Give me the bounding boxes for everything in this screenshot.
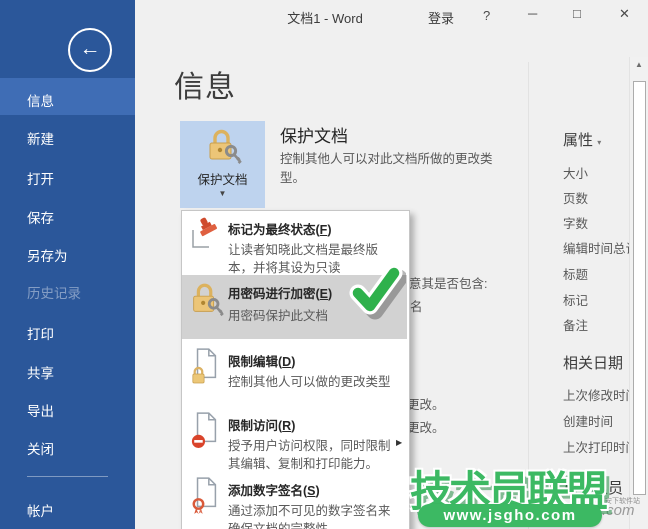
protect-document-button[interactable]: 保护文档 ▼: [180, 121, 265, 208]
protect-section-desc-line2: 型。: [280, 169, 305, 188]
green-checkmark-icon: [344, 262, 406, 327]
menu-title-text: 限制编辑(: [228, 355, 282, 369]
menu-item-restrict-editing[interactable]: 限制编辑(D) 控制其他人可以做的更改类型: [182, 343, 407, 405]
properties-header-label: 属性: [563, 132, 593, 149]
menu-desc: 本，并将其设为只读: [228, 257, 341, 276]
menu-desc: 确保文档的完整性: [228, 518, 328, 529]
background-fragment-name: 名: [410, 296, 423, 315]
background-fragment-contains: 意其是否包含:: [409, 273, 487, 292]
property-label-tags: 标记: [563, 290, 588, 309]
menu-desc: 让读者知晓此文档是最终版: [228, 239, 378, 258]
menu-desc: 控制其他人可以做的更改类型: [228, 371, 391, 390]
background-fragment-changes2: 更改。: [407, 417, 445, 436]
protect-button-label: 保护文档: [180, 169, 265, 188]
menu-title-text: 用密码进行加密(: [228, 287, 320, 301]
minimize-icon[interactable]: ─: [528, 6, 537, 21]
protect-document-menu: 标记为最终状态(F) 让读者知晓此文档是最终版 本，并将其设为只读 用密码进行加…: [181, 210, 410, 529]
sidebar-item-info-highlight[interactable]: [0, 78, 135, 115]
menu-item-add-digital-signature[interactable]: 添加数字签名(S) 通过添加不可见的数字签名来 确保文档的完整性: [182, 473, 407, 529]
vertical-scrollbar[interactable]: ▲: [629, 57, 648, 529]
property-label-title: 标题: [563, 264, 588, 283]
property-label-size: 大小: [563, 163, 588, 182]
sidebar-item-export[interactable]: 导出: [27, 400, 54, 420]
scrollbar-up-arrow-icon[interactable]: ▲: [630, 60, 648, 69]
protect-section-title: 保护文档: [280, 122, 348, 147]
lock-key-icon: [204, 127, 242, 172]
document-lock-icon: [190, 347, 222, 392]
menu-title-text: ): [316, 484, 320, 498]
menu-title-text: ): [291, 419, 295, 433]
access-key: E: [320, 287, 328, 301]
background-fragment-changes1: 更改。: [407, 394, 445, 413]
property-label-modified: 上次修改时间: [563, 385, 638, 404]
sidebar-item-close-doc[interactable]: 关闭: [27, 438, 54, 458]
maximize-icon[interactable]: □: [573, 6, 581, 21]
secondary-watermark-domain: .com: [602, 502, 635, 519]
menu-title-text: ): [291, 355, 295, 369]
sidebar-item-new[interactable]: 新建: [27, 128, 54, 148]
document-signature-icon: [190, 476, 222, 521]
watermark-url-pill: www.jsgho.com: [418, 504, 602, 527]
chevron-down-icon: ▼: [180, 189, 265, 198]
property-label-words: 字数: [563, 213, 588, 232]
property-label-created: 创建时间: [563, 411, 613, 430]
related-dates-header: 相关日期: [563, 352, 623, 373]
menu-desc: 授予用户访问权限，同时限制: [228, 435, 391, 454]
menu-item-restrict-access[interactable]: 限制访问(R) 授予用户访问权限，同时限制 ▶ 其编辑、复制和打印能力。: [182, 407, 407, 473]
property-label-comments: 备注: [563, 315, 588, 334]
sidebar-item-account[interactable]: 帐户: [27, 500, 54, 520]
sidebar-divider: [27, 476, 108, 477]
property-label-printed: 上次打印时间: [563, 437, 638, 456]
lock-key-icon: [187, 281, 225, 324]
help-icon[interactable]: ?: [483, 8, 490, 23]
sidebar-item-info[interactable]: 信息: [27, 90, 54, 110]
sidebar-item-share[interactable]: 共享: [27, 362, 54, 382]
sign-in-button[interactable]: 登录: [428, 8, 454, 27]
property-label-pages: 页数: [563, 188, 588, 207]
menu-title-text: 添加数字签名(: [228, 484, 307, 498]
chevron-down-icon: ▾: [597, 138, 601, 147]
stamp-icon: [190, 217, 222, 254]
access-key: D: [282, 355, 291, 369]
access-key: S: [307, 484, 315, 498]
protect-section-desc-line1: 控制其他人可以对此文档所做的更改类: [280, 150, 493, 169]
access-key: R: [282, 419, 291, 433]
menu-title-text: 标记为最终状态(: [228, 223, 320, 237]
sidebar-item-print[interactable]: 打印: [27, 323, 54, 343]
menu-title-text: 限制访问(: [228, 419, 282, 433]
menu-desc: 通过添加不可见的数字签名来: [228, 500, 391, 519]
menu-title-text: ): [328, 287, 332, 301]
menu-title-text: ): [327, 223, 331, 237]
sidebar-item-history: 历史记录: [27, 282, 81, 302]
sidebar-item-save[interactable]: 保存: [27, 207, 54, 227]
sidebar-item-saveas[interactable]: 另存为: [27, 245, 68, 265]
close-icon[interactable]: ✕: [619, 6, 630, 22]
menu-desc: 其编辑、复制和打印能力。: [228, 453, 378, 472]
window-title: 文档1 - Word: [287, 8, 363, 27]
word-backstage-window: 文档1 - Word 登录 ? ─ □ ✕ ← 信息 新建 打开 保存 另存为 …: [0, 0, 648, 529]
back-arrow-button[interactable]: ←: [68, 28, 112, 72]
property-label-edit-time: 编辑时间总计: [563, 238, 638, 257]
sidebar-item-open[interactable]: 打开: [27, 168, 54, 188]
submenu-arrow-icon: ▶: [396, 438, 402, 447]
page-title: 信息: [174, 62, 236, 106]
backstage-sidebar: ← 信息 新建 打开 保存 另存为 历史记录 打印 共享 导出 关闭 帐户: [0, 0, 135, 529]
menu-desc: 用密码保护此文档: [228, 305, 328, 324]
properties-header[interactable]: 属性 ▾: [563, 129, 601, 150]
scrollbar-thumb[interactable]: [633, 81, 646, 495]
document-restrict-icon: [190, 411, 222, 456]
